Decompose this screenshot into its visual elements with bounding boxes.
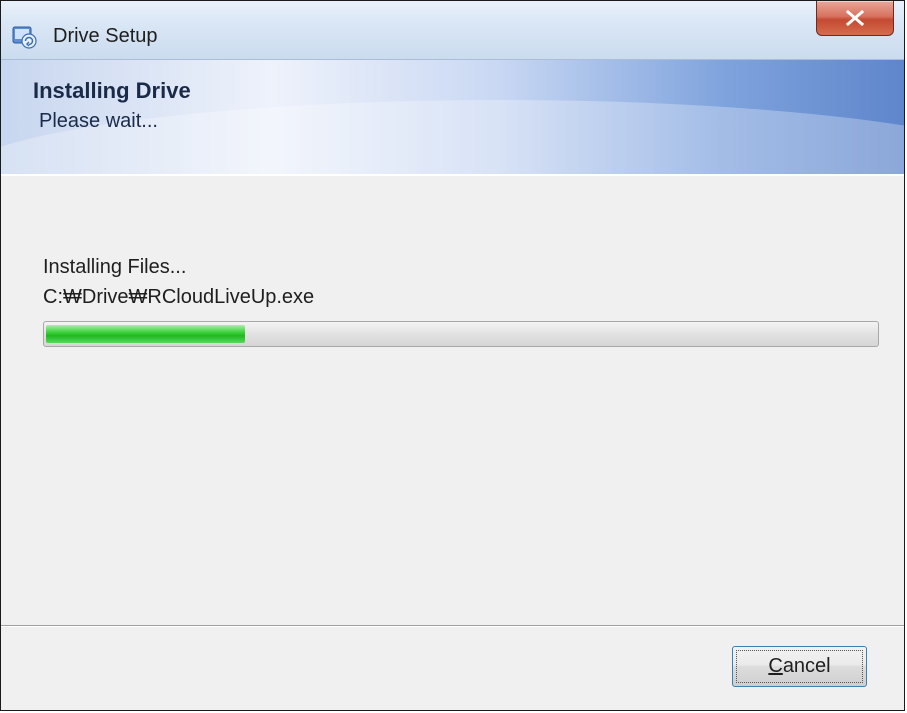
status-text: Installing Files...	[43, 256, 187, 278]
current-file-path: C:₩Drive₩RCloudLiveUp.exe	[43, 286, 315, 308]
window-title: Drive Setup	[53, 25, 158, 47]
header-banner: Installing Drive Please wait...	[1, 60, 904, 175]
installer-icon	[11, 23, 37, 49]
cancel-mnemonic: C	[768, 655, 783, 677]
close-x-icon	[845, 10, 865, 26]
install-progress-bar	[43, 321, 879, 347]
progress-fill	[46, 325, 245, 343]
cancel-button[interactable]: Cancel	[732, 646, 867, 687]
banner-title: Installing Drive	[33, 78, 191, 103]
banner-divider	[1, 174, 904, 176]
title-bar[interactable]: Drive Setup	[1, 1, 904, 60]
cancel-label-rest: ancel	[782, 655, 831, 677]
footer-divider	[1, 625, 904, 627]
cancel-button-label: Cancel	[768, 655, 830, 678]
banner-subtitle: Please wait...	[39, 110, 158, 132]
close-button[interactable]	[816, 1, 894, 36]
installer-window: Drive Setup Installing Drive Please wait…	[0, 0, 905, 711]
